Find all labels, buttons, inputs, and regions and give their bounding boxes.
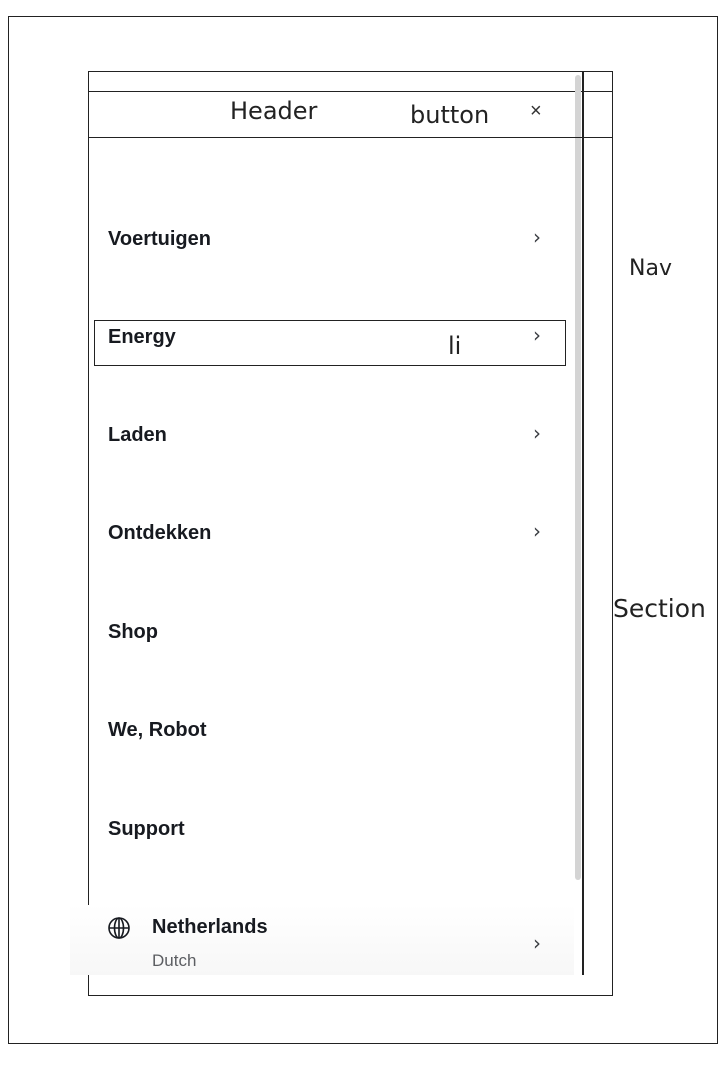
region-country: Netherlands xyxy=(152,916,268,938)
region-selector[interactable] xyxy=(70,905,574,975)
globe-icon xyxy=(108,917,130,939)
menu-item-label: Voertuigen xyxy=(108,228,211,250)
region-language: Dutch xyxy=(152,951,197,970)
chevron-right-icon: › xyxy=(533,225,541,249)
header-annotation: Header xyxy=(230,97,318,125)
button-annotation: button xyxy=(410,101,490,129)
menu-item-label: Laden xyxy=(108,424,167,446)
menu-item-label: Shop xyxy=(108,621,158,643)
menu-item-support[interactable]: Support xyxy=(108,814,558,844)
menu-item-energy[interactable]: Energy › xyxy=(108,322,558,352)
menu-item-label: Support xyxy=(108,818,185,840)
menu-item-shop[interactable]: Shop xyxy=(108,617,558,647)
chevron-right-icon: › xyxy=(533,323,541,347)
menu-item-laden[interactable]: Laden › xyxy=(108,420,558,450)
chevron-right-icon: › xyxy=(533,931,541,955)
menu-item-label: Energy xyxy=(108,326,176,348)
menu-item-voertuigen[interactable]: Voertuigen › xyxy=(108,224,558,254)
menu-item-label: Ontdekken xyxy=(108,522,212,544)
menu-item-ontdekken[interactable]: Ontdekken › xyxy=(108,518,558,548)
section-annotation: Section xyxy=(613,594,706,623)
menu-item-we-robot[interactable]: We, Robot xyxy=(108,715,558,745)
nav-inner-border xyxy=(582,71,584,975)
chevron-right-icon: › xyxy=(533,421,541,445)
chevron-right-icon: › xyxy=(533,519,541,543)
close-icon[interactable]: × xyxy=(530,101,542,121)
scrollbar[interactable] xyxy=(575,75,581,880)
menu-item-label: We, Robot xyxy=(108,719,207,741)
nav-annotation: Nav xyxy=(629,256,672,281)
